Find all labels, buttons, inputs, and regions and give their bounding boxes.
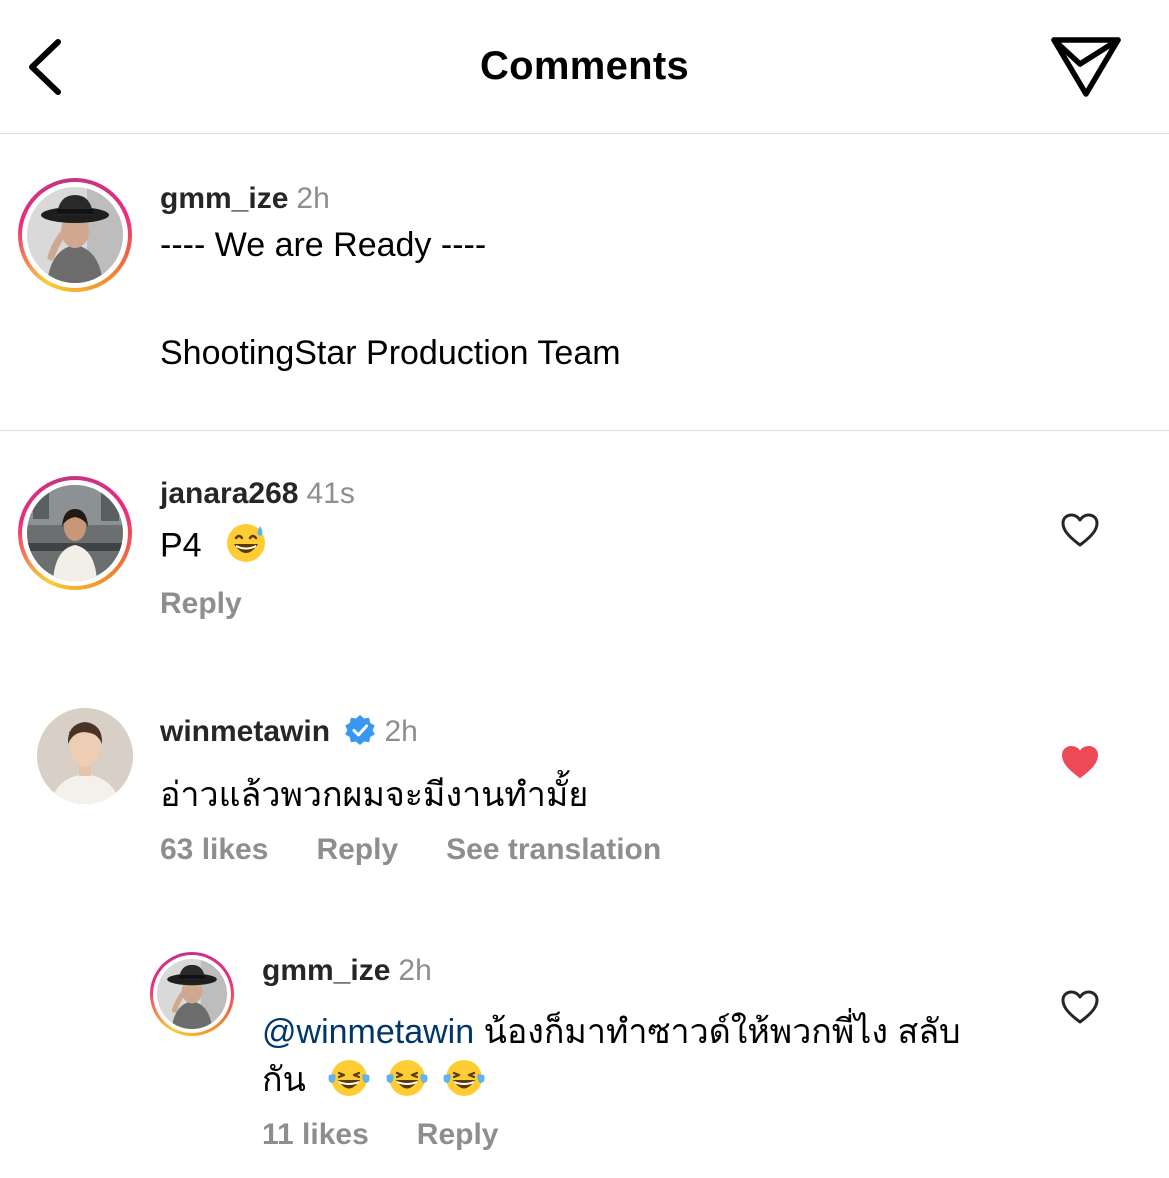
tears-of-joy-emoji-icon [327,1057,371,1108]
comment-text: P4 [160,522,267,573]
reply-text-content: กัน [262,1061,306,1099]
reply-text-line-1: @winmetawin น้องก็มาทำซาวด์ให้พวกพี่ไง ส… [262,1004,961,1058]
heart-outline-icon[interactable] [1060,512,1100,553]
post-caption: gmm_ize 2h ---- We are Ready ---- Shootin… [0,134,1169,431]
avatar[interactable] [37,708,133,804]
reply-actions: 11 likes Reply [262,1118,546,1152]
verified-badge-icon [344,714,376,751]
avatar-photo [27,485,123,581]
page-title: Comments [479,44,690,88]
timestamp: 2h [398,954,432,987]
likes-count[interactable]: 63 likes [160,833,268,866]
caption-line-2: ShootingStar Production Team [160,334,621,372]
avatar[interactable] [150,952,234,1036]
avatar-photo [157,959,227,1029]
avatar[interactable] [18,476,132,590]
comment-meta: janara268 41s [160,477,355,511]
grinning-sweat-emoji-icon [225,522,267,573]
send-icon[interactable] [1048,34,1124,100]
likes-count[interactable]: 11 likes [262,1118,369,1151]
heart-filled-icon[interactable] [1060,744,1100,785]
top-bar: Comments [0,0,1169,134]
avatar[interactable] [18,178,132,292]
tears-of-joy-emoji-icon [442,1057,486,1108]
heart-outline-icon[interactable] [1060,989,1100,1030]
see-translation-button[interactable]: See translation [446,833,661,866]
timestamp: 2h [296,182,330,215]
username[interactable]: gmm_ize [160,182,288,215]
timestamp: 41s [306,477,355,510]
tears-of-joy-emoji-icon [385,1057,429,1108]
reply-button[interactable]: Reply [316,833,398,866]
comment-meta: winmetawin 2h [160,714,418,751]
reply-text-line-2: กัน [262,1052,486,1108]
reply-text-content: น้องก็มาทำซาวด์ให้พวกพี่ไง สลับ [474,1013,961,1051]
timestamp: 2h [384,715,418,748]
avatar-photo [27,187,123,283]
comment-text-content: P4 [160,526,202,565]
username[interactable]: janara268 [160,477,298,510]
caption-line-1: ---- We are Ready ---- [160,226,487,264]
reply-meta: gmm_ize 2h [262,954,432,988]
username[interactable]: winmetawin [160,715,330,748]
reply-button[interactable]: Reply [417,1118,499,1151]
comment-actions: Reply [160,587,290,621]
mention-link[interactable]: @winmetawin [262,1013,474,1051]
caption-meta: gmm_ize 2h [160,182,330,216]
username[interactable]: gmm_ize [262,954,390,987]
comment-text: อ่าวแล้วพวกผมจะมีงานทำมั้ย [160,776,589,814]
comment-actions: 63 likes Reply See translation [160,833,709,867]
reply-button[interactable]: Reply [160,587,242,620]
